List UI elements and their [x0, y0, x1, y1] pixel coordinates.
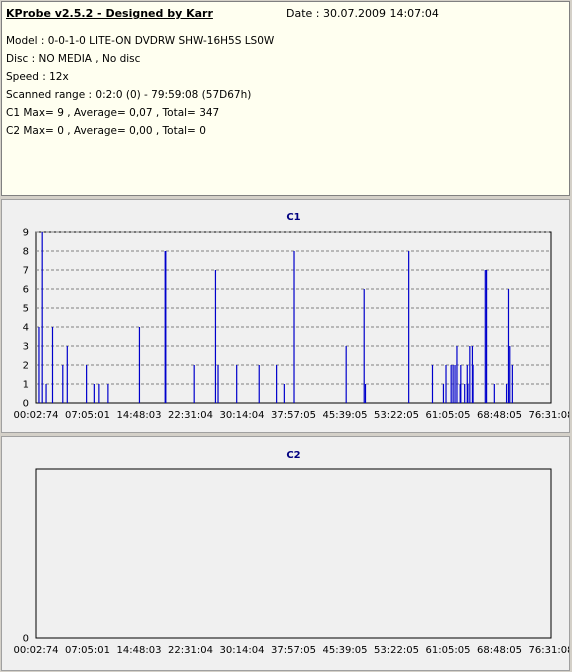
c1-chart: C1 0 1 2 3 4 5 6 7 8 9 00:02:74 07:05:01 14:48:03 22:3… — [14, 212, 569, 421]
plot-area — [35, 468, 552, 639]
y-tick-label: 7 — [23, 266, 29, 277]
x-tick-label: 45:39:05 — [323, 645, 368, 656]
drive-model: Model : 0-0-1-0 LITE-ON DVDRW SHW-16H5S … — [6, 35, 275, 47]
y-tick-label: 4 — [23, 323, 29, 334]
c2-chart-panel: C2 0 00:02:74 07:05:01 14:48:03 22:31:04 30:14… — [1, 436, 570, 671]
x-tick-label: 07:05:01 — [65, 410, 110, 421]
y-tick-label: 0 — [23, 634, 29, 645]
y-tick-label: 8 — [23, 247, 29, 258]
x-tick-label: 37:57:05 — [271, 645, 316, 656]
x-tick-label: 53:22:05 — [374, 645, 419, 656]
c1-chart-panel: C1 0 1 2 3 4 5 6 7 8 9 00:02:74 07:05:01 14:48:03 22:3… — [1, 199, 570, 433]
x-tick-label: 07:05:01 — [65, 645, 110, 656]
speed-info: Speed : 12x — [6, 71, 69, 83]
x-tick-label: 53:22:05 — [374, 410, 419, 421]
y-tick-label: 3 — [23, 342, 29, 353]
x-tick-label: 00:02:74 — [14, 645, 59, 656]
c2-chart: C2 000:02:74 07:05:01 14:48:03 22:31:04 30:14… — [14, 450, 569, 656]
x-tick-label: 45:39:05 — [323, 410, 368, 421]
info-panel: KProbe v2.5.2 - Designed by Karr Date : … — [1, 1, 570, 196]
x-tick-label: 14:48:03 — [117, 645, 162, 656]
x-tick-label: 68:48:05 — [477, 410, 522, 421]
app-title: KProbe v2.5.2 - Designed by Karr — [6, 7, 213, 20]
scan-date: Date : 30.07.2009 14:07:04 — [286, 7, 439, 20]
x-tick-label: 61:05:05 — [426, 410, 471, 421]
c2-summary: C2 Max= 0 , Average= 0,00 , Total= 0 — [6, 125, 206, 137]
x-tick-label: 14:48:03 — [117, 410, 162, 421]
x-tick-label: 30:14:04 — [220, 410, 265, 421]
x-tick-label: 76:31:08 — [529, 645, 569, 656]
x-tick-label: 61:05:05 — [426, 645, 471, 656]
y-tick-label: 0 — [23, 399, 29, 410]
disc-info: Disc : NO MEDIA , No disc — [6, 53, 141, 65]
x-tick-label: 22:31:04 — [168, 410, 213, 421]
y-tick-label: 9 — [23, 228, 29, 239]
x-tick-label: 00:02:74 — [14, 410, 59, 421]
x-tick-label: 37:57:05 — [271, 410, 316, 421]
c1-summary: C1 Max= 9 , Average= 0,07 , Total= 347 — [6, 107, 220, 119]
y-tick-label: 2 — [23, 361, 29, 372]
y-tick-label: 5 — [23, 304, 29, 315]
scanned-range: Scanned range : 0:2:0 (0) - 79:59:08 (57… — [6, 89, 252, 101]
y-tick-label: 6 — [23, 285, 29, 296]
chart-title: C1 — [286, 212, 300, 223]
x-tick-label: 76:31:08 — [529, 410, 569, 421]
y-tick-label: 1 — [23, 380, 29, 391]
x-tick-label: 68:48:05 — [477, 645, 522, 656]
chart-title: C2 — [286, 450, 300, 461]
x-tick-label: 22:31:04 — [168, 645, 213, 656]
x-tick-label: 30:14:04 — [220, 645, 265, 656]
